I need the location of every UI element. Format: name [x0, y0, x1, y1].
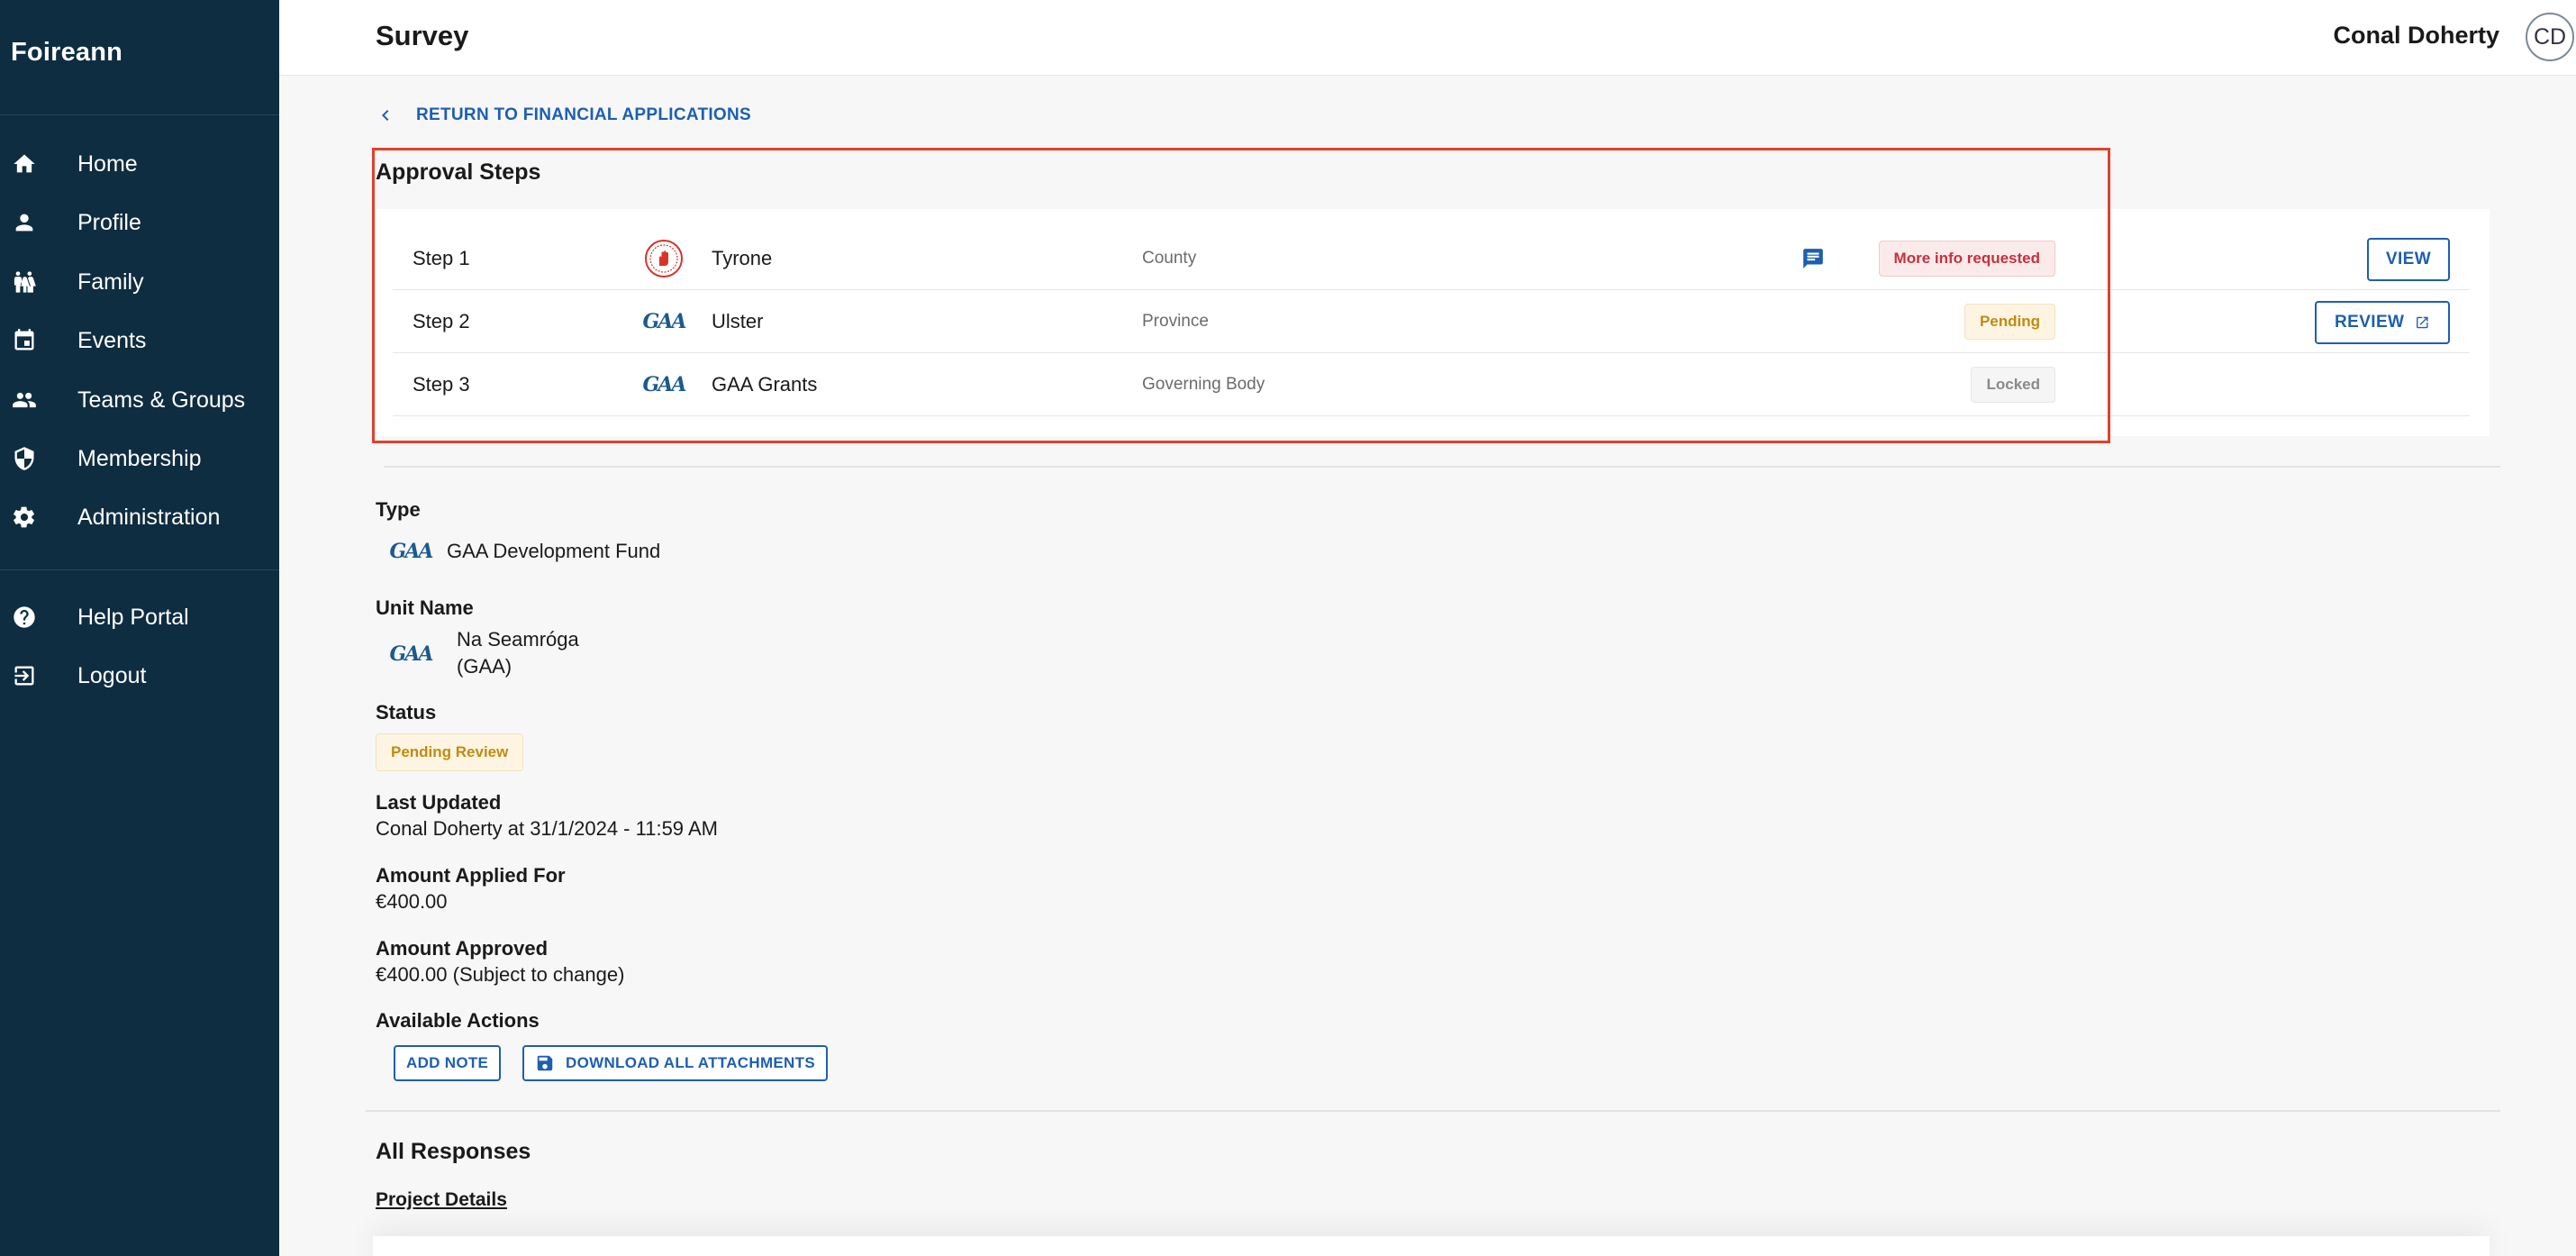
- step-org-name: Tyrone: [712, 247, 773, 269]
- step-number: Step 3: [413, 373, 470, 396]
- divider: [366, 1110, 2500, 1112]
- return-link[interactable]: RETURN TO FINANCIAL APPLICATIONS: [375, 105, 751, 126]
- open-in-new-icon: [2417, 316, 2428, 329]
- amount-approved-label: Amount Approved: [376, 937, 549, 960]
- status-badge: Pending Review: [376, 733, 524, 771]
- step-number: Step 2: [413, 310, 470, 332]
- sidebar: Foireann Home Profile Family Events Team…: [0, 0, 279, 1256]
- groups-icon: [11, 387, 38, 414]
- tyrone-crest-icon: [641, 240, 686, 278]
- sidebar-divider: [0, 114, 279, 115]
- sidebar-item-family[interactable]: Family: [0, 257, 279, 307]
- message-icon[interactable]: [1801, 247, 1825, 270]
- sidebar-item-events[interactable]: Events: [0, 315, 279, 366]
- sidebar-item-administration[interactable]: Administration: [0, 492, 279, 542]
- chevron-left-icon: [382, 110, 389, 121]
- sidebar-item-label: Profile: [77, 209, 141, 235]
- gear-icon: [11, 504, 38, 531]
- person-icon: [11, 209, 38, 236]
- type-value: GAA Development Fund: [447, 540, 661, 562]
- view-button[interactable]: VIEW: [2367, 238, 2450, 281]
- sidebar-item-home[interactable]: Home: [0, 139, 279, 189]
- shield-icon: [11, 445, 38, 472]
- last-updated-label: Last Updated: [376, 791, 502, 814]
- divider: [384, 466, 2500, 468]
- step-org-name: Ulster: [712, 310, 764, 332]
- home-icon: [11, 150, 38, 177]
- sidebar-item-help-portal[interactable]: Help Portal: [0, 592, 279, 642]
- save-icon: [537, 1055, 553, 1071]
- download-all-label: DOWNLOAD ALL ATTACHMENTS: [566, 1054, 815, 1071]
- step-level: Province: [1142, 312, 1209, 331]
- step-level: Governing Body: [1142, 375, 1265, 394]
- sidebar-item-label: Administration: [77, 504, 221, 530]
- sidebar-item-label: Events: [77, 327, 147, 353]
- status-label: Status: [376, 701, 437, 724]
- return-link-label: RETURN TO FINANCIAL APPLICATIONS: [416, 105, 752, 124]
- page-title: Survey: [376, 20, 469, 51]
- all-responses-title: All Responses: [376, 1139, 531, 1164]
- step-number: Step 1: [413, 247, 470, 269]
- calendar-icon: [11, 327, 38, 354]
- amount-approved-value: €400.00 (Subject to change): [376, 963, 625, 986]
- sidebar-item-label: Teams & Groups: [77, 387, 246, 413]
- sidebar-item-label: Family: [77, 268, 144, 295]
- sidebar-item-label: Membership: [77, 445, 202, 471]
- approval-steps-card: Step 1 Tyrone County More info requested…: [373, 209, 2490, 436]
- unit-name-label: Unit Name: [376, 596, 474, 619]
- avatar[interactable]: CD: [2526, 13, 2574, 61]
- user-name[interactable]: Conal Doherty: [2333, 22, 2499, 50]
- sidebar-item-label: Home: [77, 150, 138, 177]
- project-details-heading: Project Details: [376, 1189, 507, 1210]
- unit-name-line2: (GAA): [457, 655, 512, 678]
- status-badge: More info requested: [1878, 241, 2055, 277]
- gaa-logo-icon: GAA: [642, 310, 687, 333]
- gaa-logo-icon: GAA: [389, 642, 434, 666]
- approval-step-row: Step 3 GAA GAA Grants Governing Body Loc…: [393, 353, 2470, 416]
- brand-logo[interactable]: Foireann: [11, 38, 122, 68]
- step-org-name: GAA Grants: [712, 373, 818, 396]
- review-button[interactable]: REVIEW: [2315, 301, 2450, 344]
- unit-name-line1: Na Seamróga: [457, 628, 579, 651]
- logout-icon: [11, 662, 38, 689]
- help-icon: [11, 604, 38, 631]
- gaa-logo-icon: GAA: [389, 540, 434, 563]
- top-header: Survey Conal Doherty CD: [279, 0, 2576, 76]
- sidebar-item-logout[interactable]: Logout: [0, 651, 279, 701]
- sidebar-item-teams-groups[interactable]: Teams & Groups: [0, 375, 279, 425]
- responses-card: [373, 1236, 2490, 1256]
- sidebar-item-profile[interactable]: Profile: [0, 197, 279, 248]
- status-badge: Locked: [1971, 367, 2055, 403]
- sidebar-item-membership[interactable]: Membership: [0, 433, 279, 484]
- sidebar-divider: [0, 569, 279, 570]
- add-note-button[interactable]: ADD NOTE: [394, 1045, 502, 1081]
- sidebar-item-label: Help Portal: [77, 604, 189, 630]
- family-icon: [11, 268, 38, 296]
- approval-step-row: Step 2 GAA Ulster Province Pending REVIE…: [393, 290, 2470, 353]
- step-level: County: [1142, 249, 1197, 268]
- approval-steps-title: Approval Steps: [376, 159, 541, 185]
- sidebar-item-label: Logout: [77, 662, 147, 688]
- amount-applied-label: Amount Applied For: [376, 864, 566, 887]
- review-button-label: REVIEW: [2335, 313, 2405, 332]
- download-all-attachments-button[interactable]: DOWNLOAD ALL ATTACHMENTS: [522, 1045, 828, 1081]
- last-updated-value: Conal Doherty at 31/1/2024 - 11:59 AM: [376, 817, 718, 840]
- available-actions-label: Available Actions: [376, 1009, 540, 1032]
- amount-applied-value: €400.00: [376, 890, 448, 913]
- approval-step-row: Step 1 Tyrone County More info requested…: [393, 227, 2470, 290]
- type-label: Type: [376, 498, 421, 521]
- gaa-logo-icon: GAA: [642, 373, 687, 396]
- status-badge: Pending: [1964, 304, 2055, 340]
